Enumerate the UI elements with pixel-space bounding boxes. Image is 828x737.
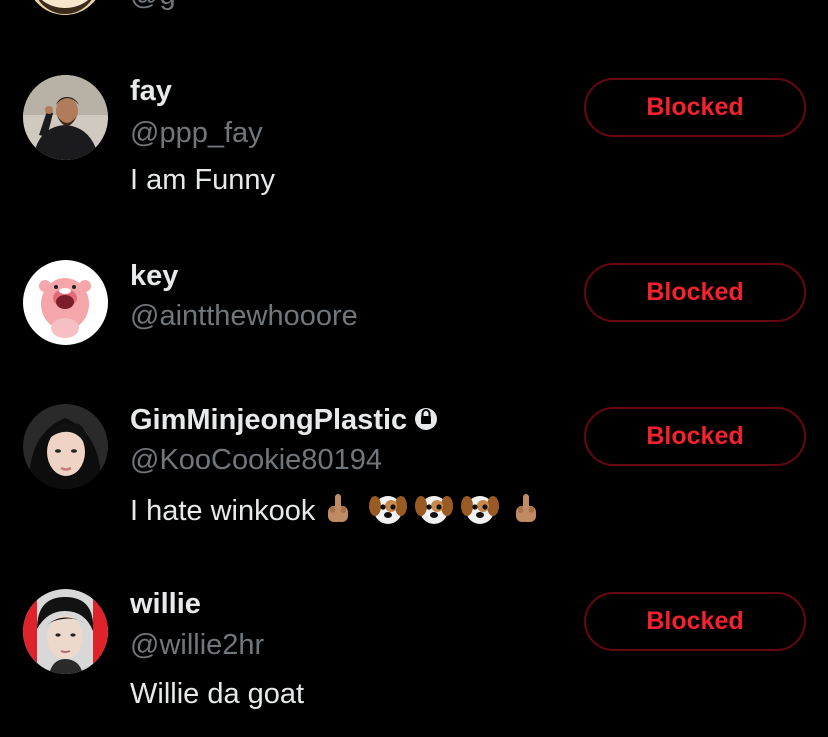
blocked-button[interactable]: Blocked xyxy=(584,263,806,322)
user-name[interactable]: fay xyxy=(130,74,172,108)
user-name[interactable]: GimMinjeongPlastic xyxy=(130,403,438,439)
blocked-button[interactable]: Blocked xyxy=(584,407,806,466)
avatar-partial[interactable] xyxy=(25,0,105,15)
middle-finger-emoji xyxy=(325,492,351,534)
dog-face-emoji xyxy=(461,492,500,534)
user-name[interactable]: key xyxy=(130,259,178,293)
dog-face-emoji xyxy=(415,492,454,534)
blocked-button[interactable]: Blocked xyxy=(584,592,806,651)
user-bio: I hate winkook xyxy=(130,492,539,534)
middle-finger-emoji xyxy=(513,492,539,534)
user-handle[interactable]: @aintthewhooore xyxy=(130,299,358,333)
user-handle[interactable]: @willie2hr xyxy=(130,628,264,662)
user-bio: Willie da goat xyxy=(130,678,305,710)
avatar-gimminjeongplastic[interactable] xyxy=(23,404,108,489)
user-name[interactable]: willie xyxy=(130,587,201,621)
user-handle[interactable]: @ppp_fay xyxy=(130,116,263,150)
user-handle[interactable]: @KooCookie80194 xyxy=(130,443,382,477)
user-bio: I am Funny xyxy=(130,164,276,196)
user-name-text[interactable]: GimMinjeongPlastic xyxy=(130,404,407,436)
handle-partial: @g xyxy=(130,0,176,12)
blocked-button[interactable]: Blocked xyxy=(584,78,806,137)
user-bio-text: I hate winkook xyxy=(130,495,316,527)
avatar-key[interactable] xyxy=(23,260,108,345)
avatar-fay[interactable] xyxy=(23,75,108,160)
lock-icon xyxy=(415,405,438,439)
avatar-willie[interactable] xyxy=(23,589,108,674)
dog-face-emoji xyxy=(369,492,408,534)
